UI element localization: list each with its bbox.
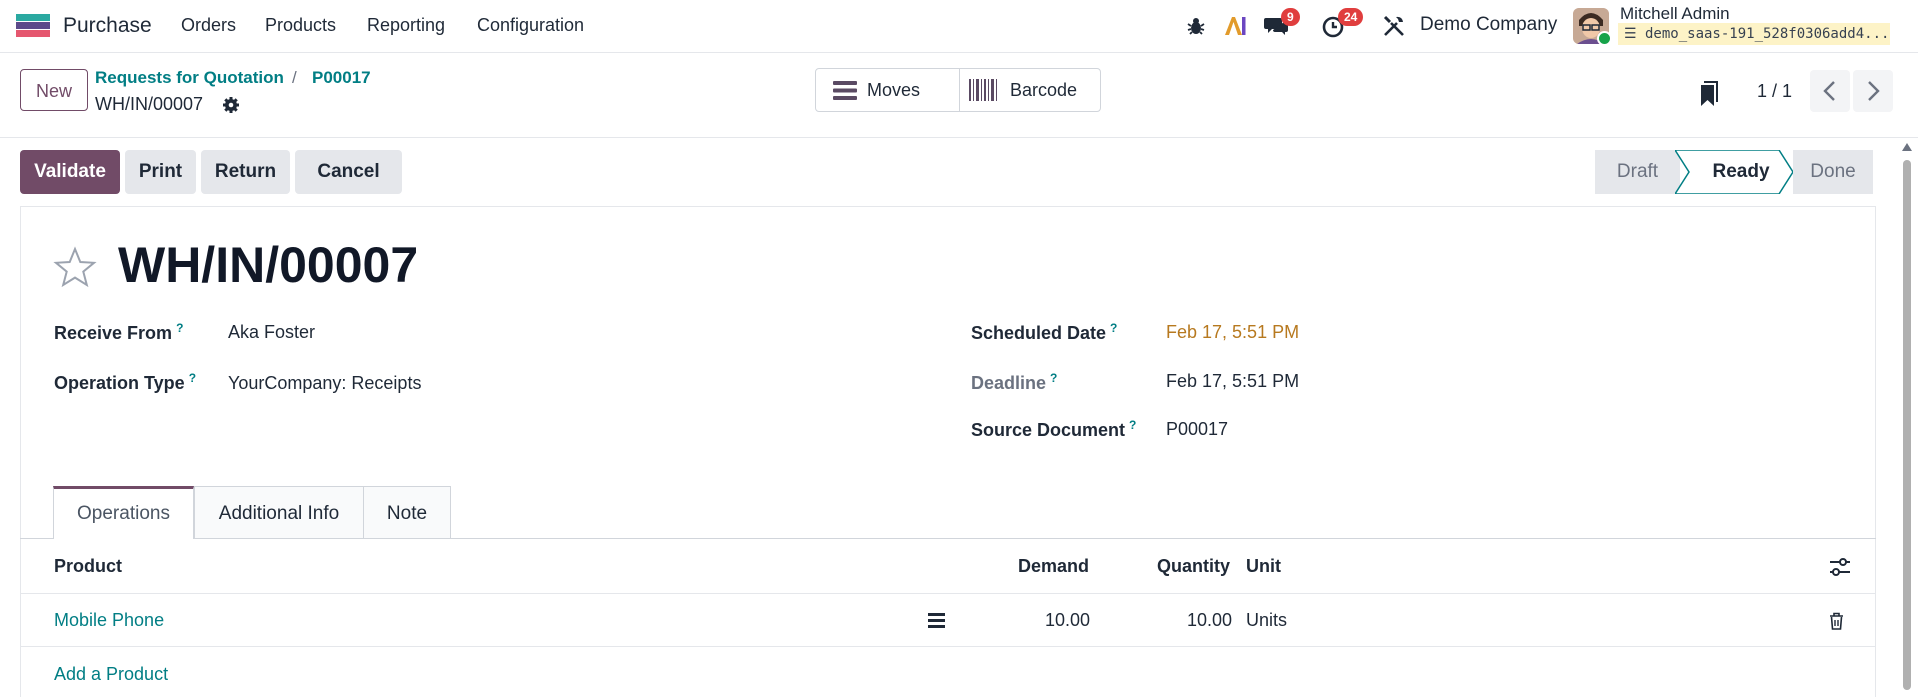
scheduled-date-label: Scheduled Date? [971,321,1118,343]
menu-reporting[interactable]: Reporting [367,15,445,36]
column-product[interactable]: Product [54,556,122,577]
trash-icon[interactable] [1829,612,1844,630]
breadcrumb-order[interactable]: P00017 [312,68,371,88]
stage-ready[interactable]: Ready [1690,150,1792,194]
optional-columns-icon[interactable] [1829,558,1851,576]
database-name: demo_saas-191_528f0306add4... [1645,26,1890,42]
smart-buttons: Moves Barcode [815,68,1101,112]
barcode-button[interactable]: Barcode [959,69,1100,111]
breadcrumb-current: WH/IN/00007 [95,94,204,114]
user-name[interactable]: Mitchell Admin [1620,4,1730,24]
table-row[interactable]: Mobile Phone 10.00 10.00 Units [20,594,1876,647]
validate-button[interactable]: Validate [20,150,120,194]
return-button[interactable]: Return [201,150,290,194]
deadline-value: Feb 17, 5:51 PM [1166,371,1300,391]
column-quantity[interactable]: Quantity [1157,556,1230,577]
app-name[interactable]: Purchase [63,14,152,38]
table-header: Product Demand Quantity Unit [20,539,1876,594]
scroll-up-arrow-icon[interactable] [1902,143,1912,151]
pager-previous-button[interactable] [1810,70,1850,112]
barcode-label: Barcode [1010,80,1078,100]
new-button[interactable]: New [20,69,88,111]
tab-operations[interactable]: Operations [53,486,194,539]
purchase-app-icon[interactable] [16,14,50,38]
top-navbar: Purchase Orders Products Reporting Confi… [0,0,1918,53]
receive-from-label: Receive From? [54,321,184,343]
help-icon[interactable]: ? [189,371,196,385]
star-icon[interactable] [53,246,97,290]
source-document-label: Source Document? [971,418,1137,440]
activities-badge: 24 [1338,8,1364,26]
record-title: WH/IN/00007 [118,237,419,293]
breadcrumb-separator: / [292,68,297,87]
online-status-dot [1597,31,1612,46]
scheduled-date-value[interactable]: Feb 17, 5:51 PM [1166,322,1299,343]
barcode-icon [969,79,997,101]
moves-button[interactable]: Moves [816,69,960,111]
tab-note[interactable]: Note [363,486,451,539]
cancel-button[interactable]: Cancel [295,150,402,194]
scrollbar[interactable] [1901,140,1913,697]
pager-value[interactable]: 1 / 1 [1757,81,1792,102]
product-cell[interactable]: Mobile Phone [54,610,164,631]
operation-type-label: Operation Type? [54,371,197,393]
help-icon[interactable]: ? [1129,418,1136,432]
operation-type-value[interactable]: YourCompany: Receipts [228,373,421,394]
breadcrumb-rfq[interactable]: Requests for Quotation [95,68,284,88]
deadline-label: Deadline? [971,371,1058,393]
pager-next-button[interactable] [1853,70,1893,112]
quantity-cell[interactable]: 10.00 [1187,610,1232,631]
chevron-right-icon [1868,81,1880,101]
print-button[interactable]: Print [125,150,196,194]
database-icon: ☰ [1624,26,1637,42]
moves-label: Moves [867,80,921,100]
list-icon [833,81,857,100]
tab-additional-info[interactable]: Additional Info [194,486,364,539]
control-panel: New Requests for Quotation / P00017 WH/I… [0,53,1918,138]
gear-icon[interactable] [222,96,240,114]
database-tag: ☰ demo_saas-191_528f0306add4... [1618,23,1890,45]
help-icon[interactable]: ? [1050,371,1057,385]
company-switcher[interactable]: Demo Company [1420,14,1557,36]
receive-from-value[interactable]: Aka Foster [228,322,315,343]
stage-done[interactable]: Done [1793,150,1873,194]
ai-icon[interactable] [1222,13,1248,39]
source-document-value[interactable]: P00017 [1166,419,1228,440]
unit-cell[interactable]: Units [1246,610,1287,631]
menu-configuration[interactable]: Configuration [477,15,584,36]
menu-orders[interactable]: Orders [181,15,236,36]
chevron-left-icon [1823,81,1835,101]
messages-badge: 9 [1281,8,1300,26]
column-unit[interactable]: Unit [1246,556,1281,577]
help-icon[interactable]: ? [176,321,183,335]
scrollbar-thumb[interactable] [1903,160,1911,690]
demand-cell[interactable]: 10.00 [1045,610,1090,631]
help-icon[interactable]: ? [1110,321,1117,335]
bookmark-icon[interactable] [1700,81,1718,107]
stage-draft[interactable]: Draft [1595,150,1680,194]
column-demand[interactable]: Demand [1018,556,1089,577]
add-product-link[interactable]: Add a Product [54,664,168,685]
details-list-icon[interactable] [928,613,945,628]
menu-products[interactable]: Products [265,15,336,36]
bug-icon[interactable] [1183,13,1209,39]
tools-icon[interactable] [1381,13,1407,39]
